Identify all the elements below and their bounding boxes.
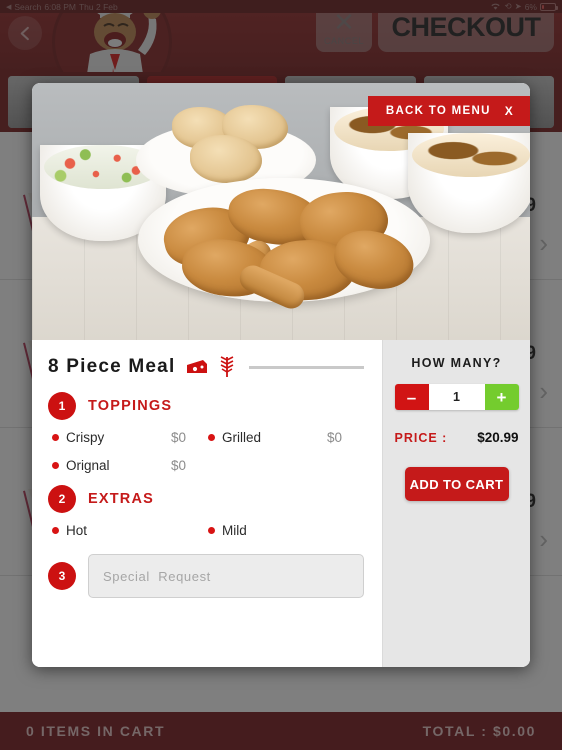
cheese-wedge-icon (185, 358, 209, 377)
option-empty (208, 458, 364, 473)
bullet-icon (208, 527, 215, 534)
step-badge: 2 (48, 485, 76, 513)
price-label: PRICE : (394, 431, 448, 445)
quantity-value[interactable]: 1 (428, 384, 485, 410)
option-label: Orignal (66, 458, 110, 473)
option-orignal[interactable]: Orignal $0 (52, 458, 208, 473)
option-crispy[interactable]: Crispy $0 (52, 430, 208, 445)
step-badge: 1 (48, 392, 76, 420)
option-price: $0 (326, 430, 342, 445)
option-price: $0 (170, 458, 186, 473)
section-title: EXTRAS (88, 491, 155, 507)
title-row: 8 Piece Meal (48, 356, 364, 378)
close-icon: X (504, 104, 514, 118)
bullet-icon (208, 434, 215, 441)
modal-body: 8 Piece Meal 1 TOPPINGS Crispy $0 Grille… (32, 340, 530, 667)
special-request-row: 3 (48, 554, 364, 598)
option-mild[interactable]: Mild (208, 523, 364, 538)
option-price: $0 (170, 430, 186, 445)
option-hot[interactable]: Hot (52, 523, 208, 538)
item-detail-modal: BACK TO MENU X 8 Piece Meal 1 TOPPINGS C… (32, 83, 530, 667)
bullet-icon (52, 434, 59, 441)
mashed-potato-bowl (408, 133, 530, 233)
wheat-grain-icon (219, 356, 235, 378)
price-row: PRICE : $20.99 (395, 430, 519, 445)
extras-option-grid: Hot Mild (48, 523, 364, 538)
price-value: $20.99 (477, 430, 519, 445)
item-photo: BACK TO MENU X (32, 83, 530, 340)
quantity-stepper: – 1 + (394, 384, 519, 410)
biscuit (190, 135, 262, 183)
options-pane: 8 Piece Meal 1 TOPPINGS Crispy $0 Grille… (32, 340, 382, 667)
step-badge: 3 (48, 562, 76, 590)
page-title: 8 Piece Meal (48, 356, 176, 377)
how-many-label: HOW MANY? (411, 356, 502, 370)
option-label: Crispy (66, 430, 105, 445)
section-header-extras: 2 EXTRAS (48, 485, 364, 513)
bullet-icon (52, 527, 59, 534)
option-label: Mild (222, 523, 247, 538)
section-title: TOPPINGS (88, 398, 173, 414)
option-label: Grilled (222, 430, 262, 445)
back-to-menu-button[interactable]: BACK TO MENU X (367, 96, 530, 126)
option-label: Hot (66, 523, 88, 538)
quantity-decrement-button[interactable]: – (394, 384, 429, 410)
special-request-input[interactable] (88, 554, 364, 598)
purchase-pane: HOW MANY? – 1 + PRICE : $20.99 ADD TO CA… (382, 340, 530, 667)
option-grilled[interactable]: Grilled $0 (208, 430, 364, 445)
title-divider (249, 365, 364, 369)
section-header-toppings: 1 TOPPINGS (48, 392, 364, 420)
quantity-increment-button[interactable]: + (484, 384, 519, 410)
bullet-icon (52, 462, 59, 469)
add-to-cart-button[interactable]: ADD TO CART (404, 467, 509, 501)
toppings-option-grid: Crispy $0 Grilled $0 Orignal $0 (48, 430, 364, 473)
back-to-menu-label: BACK TO MENU (385, 105, 491, 117)
add-to-cart-label: ADD TO CART (409, 476, 504, 492)
